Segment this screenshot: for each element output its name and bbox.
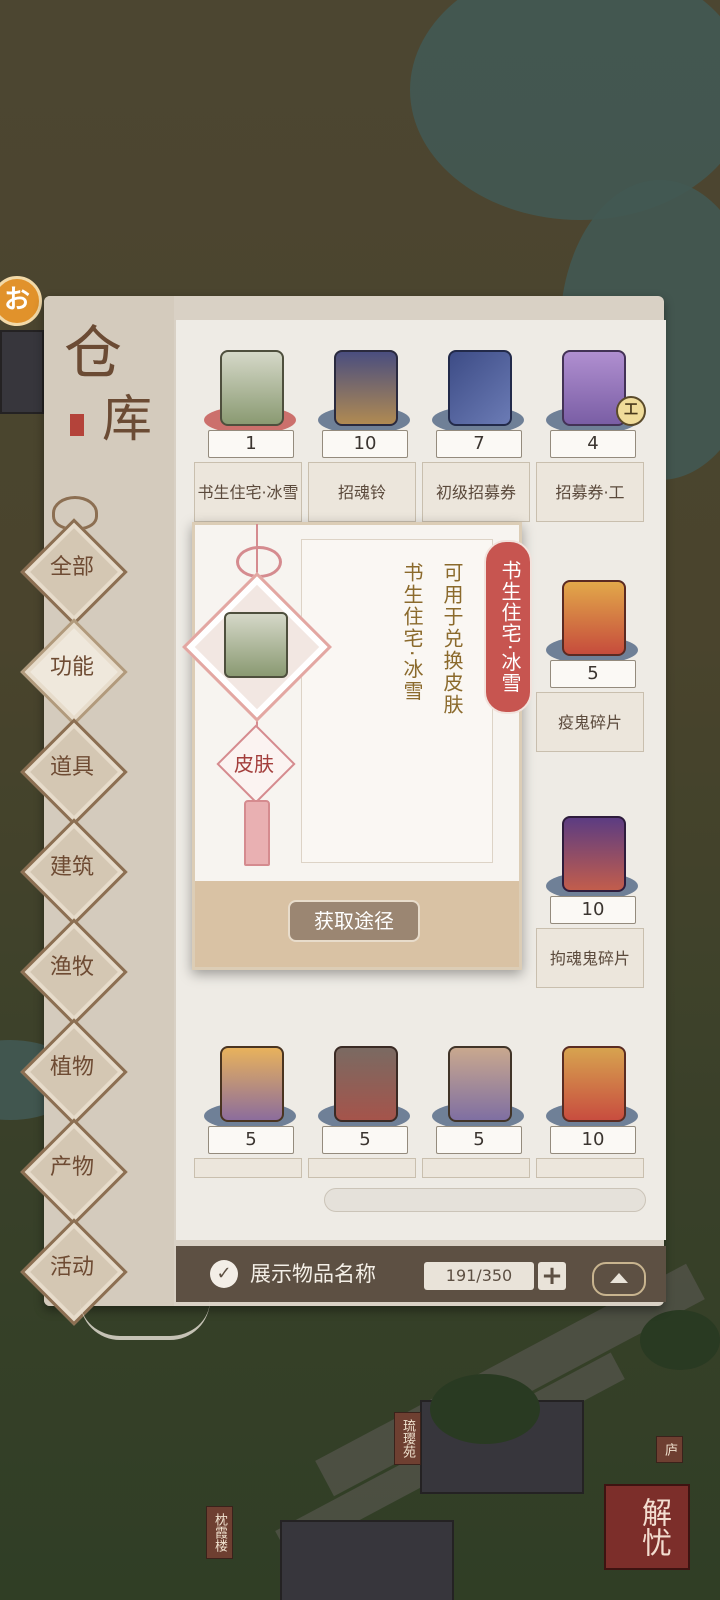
- item-count: 5: [322, 1126, 408, 1154]
- category-function[interactable]: 功能: [20, 618, 128, 726]
- ghost-fragment-icon: [562, 816, 626, 892]
- item-name: [194, 1158, 302, 1178]
- item-count: 4: [550, 430, 636, 458]
- category-label: 全部: [49, 555, 94, 580]
- item-count: 10: [322, 430, 408, 458]
- ghost-fragment-icon: [334, 1046, 398, 1122]
- ghost-fragment-icon: [562, 580, 626, 656]
- category-props[interactable]: 道具: [20, 718, 128, 826]
- expand-capacity-button[interactable]: +: [538, 1262, 566, 1290]
- category-events[interactable]: 活动: [20, 1218, 128, 1326]
- ghost-fragment-icon: [562, 1046, 626, 1122]
- category-label: 渔牧: [49, 955, 94, 980]
- tassel-ornament: [80, 1300, 210, 1340]
- book-icon: [448, 350, 512, 426]
- item-count: 5: [550, 660, 636, 688]
- jieyou-seal-button[interactable]: 解忧: [604, 1484, 690, 1570]
- checkmark-icon[interactable]: ✓: [210, 1260, 238, 1288]
- item-name: [422, 1158, 530, 1178]
- grid-scrollbar[interactable]: [324, 1188, 646, 1212]
- item-name: 招募券·工: [536, 462, 644, 522]
- item-name: 初级招募券: [422, 462, 530, 522]
- building-icon: [224, 612, 288, 678]
- category-plants[interactable]: 植物: [20, 1018, 128, 1126]
- category-label: 产物: [49, 1155, 94, 1180]
- title-seal-stamp: [70, 414, 84, 436]
- category-all[interactable]: 全部: [20, 518, 128, 626]
- item-count: 7: [436, 430, 522, 458]
- obtain-method-button[interactable]: 获取途径: [288, 900, 420, 942]
- item-name: 招魂铃: [308, 462, 416, 522]
- item-name: [308, 1158, 416, 1178]
- map-sign-liuying[interactable]: 琉璎苑: [394, 1412, 421, 1465]
- caret-up-icon: [610, 1273, 628, 1283]
- item-description-name: 书生住宅·冰雪: [400, 562, 424, 703]
- category-fishing-herding[interactable]: 渔牧: [20, 918, 128, 1026]
- category-label: 道具: [49, 755, 94, 780]
- category-label: 功能: [49, 655, 94, 680]
- ghost-fragment-icon: [220, 1046, 284, 1122]
- ghost-fragment-icon: [448, 1046, 512, 1122]
- title-char-2: 库: [102, 390, 152, 448]
- description-paper: [301, 539, 493, 863]
- item-name: [536, 1158, 644, 1178]
- item-count: 1: [208, 430, 294, 458]
- title-char-1: 仓: [64, 319, 123, 387]
- storage-capacity: 191/350: [424, 1262, 534, 1290]
- item-count: 10: [550, 1126, 636, 1154]
- map-sign-zhenxia[interactable]: 枕霞楼: [206, 1506, 233, 1559]
- item-count: 5: [208, 1126, 294, 1154]
- collapse-button[interactable]: [592, 1262, 646, 1296]
- item-name: 书生住宅·冰雪: [194, 462, 302, 522]
- category-label: 植物: [49, 1055, 94, 1080]
- item-name-tag: 书生住宅·冰雪: [484, 540, 532, 714]
- category-buildings[interactable]: 建筑: [20, 818, 128, 926]
- category-products[interactable]: 产物: [20, 1118, 128, 1226]
- item-name: 疫鬼碎片: [536, 692, 644, 752]
- tool-badge-icon: 工: [616, 396, 646, 426]
- building-icon: [220, 350, 284, 426]
- show-item-names-label[interactable]: 展示物品名称: [250, 1258, 376, 1288]
- category-label: 建筑: [49, 855, 94, 880]
- map-sign-lu[interactable]: 庐: [656, 1436, 683, 1463]
- category-label: 活动: [49, 1255, 94, 1280]
- item-description-text: 可用于兑换皮肤: [440, 562, 464, 716]
- item-count: 5: [436, 1126, 522, 1154]
- item-count: 10: [550, 896, 636, 924]
- pendant-tassel-icon: [244, 800, 270, 866]
- bell-icon: [334, 350, 398, 426]
- item-type-label: 皮肤: [234, 752, 274, 776]
- item-name: 拘魂鬼碎片: [536, 928, 644, 988]
